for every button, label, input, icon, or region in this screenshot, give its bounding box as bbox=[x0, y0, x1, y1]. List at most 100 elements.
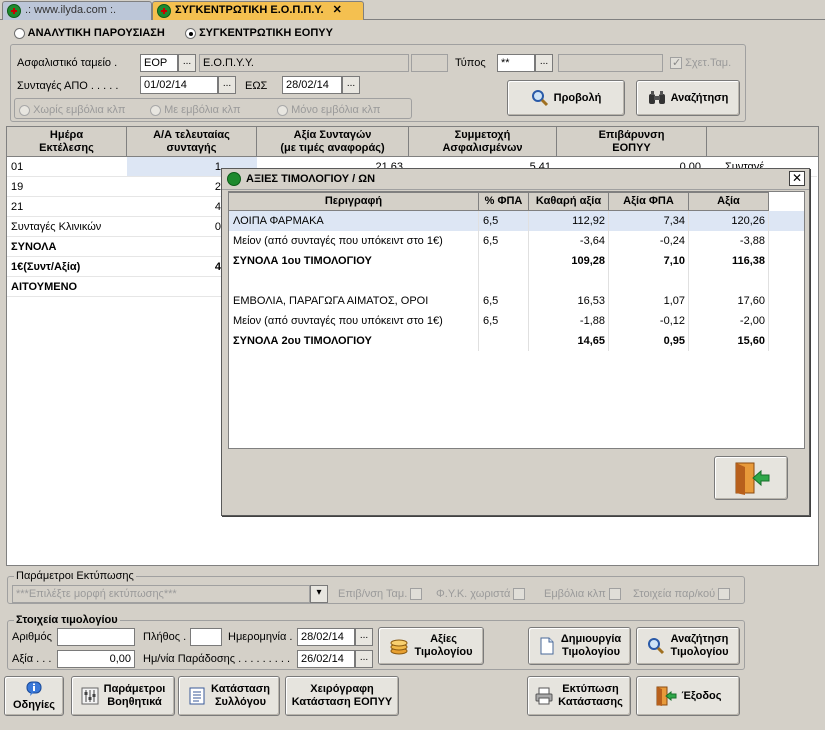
button-label: Εκτύπωση Κατάστασης bbox=[558, 683, 623, 708]
invoice-value-field[interactable]: 0,00 bbox=[57, 650, 135, 668]
cell-day[interactable]: 19 bbox=[7, 177, 127, 197]
view-button[interactable]: Προβολή bbox=[507, 80, 625, 116]
invoice-number-field[interactable] bbox=[57, 628, 135, 646]
radio-icon[interactable] bbox=[14, 27, 25, 39]
button-label: Έξοδος bbox=[681, 689, 722, 702]
cell-vat-percent[interactable]: 6,5 bbox=[479, 211, 529, 231]
cell-vat-value[interactable]: -0,12 bbox=[609, 311, 689, 331]
check-fyk-separate[interactable]: Φ.Υ.Κ. χωριστά bbox=[436, 587, 526, 601]
cell-description[interactable]: Μείον (από συνταγές που υπόκειντ στο 1€) bbox=[229, 231, 479, 251]
delivery-date-picker-button[interactable]: ... bbox=[355, 650, 373, 668]
aux-params-button[interactable]: Παράμετροι Βοηθητικά bbox=[71, 676, 175, 716]
cell-vat-percent[interactable]: 6,5 bbox=[479, 291, 529, 311]
cell-vat-percent[interactable]: 6,5 bbox=[479, 231, 529, 251]
info-icon bbox=[25, 680, 43, 698]
button-label: Οδηγίες bbox=[12, 699, 56, 711]
header-last-prescription[interactable]: Α/Α τελευταίας συνταγής bbox=[127, 127, 257, 157]
fund-code-field[interactable]: ΕΟΡ bbox=[140, 54, 178, 72]
manual-status-button[interactable]: Χειρόγραφη Κατάσταση ΕΟΠΥΥ bbox=[285, 676, 399, 716]
checkbox-icon[interactable] bbox=[513, 588, 526, 601]
cell-total[interactable]: 120,26 bbox=[689, 211, 769, 231]
cell-vat-value[interactable]: 0,95 bbox=[609, 331, 689, 351]
cell-vat-value[interactable]: 7,10 bbox=[609, 251, 689, 271]
invoice-date-picker-button[interactable]: ... bbox=[355, 628, 373, 646]
cell-net-value[interactable]: 14,65 bbox=[529, 331, 609, 351]
close-tab-icon[interactable]: ✕ bbox=[333, 4, 342, 16]
instructions-button[interactable]: Οδηγίες bbox=[4, 676, 64, 716]
tab-ilyda[interactable]: .: www.ilyda.com :. bbox=[2, 1, 152, 20]
header-eopyy-charge[interactable]: Επιβάρυνση ΕΟΠΥΥ bbox=[557, 127, 707, 157]
cell-vat-value[interactable]: 7,34 bbox=[609, 211, 689, 231]
type-field[interactable]: ** bbox=[497, 54, 535, 72]
search-button[interactable]: Αναζήτηση bbox=[636, 80, 740, 116]
cell-net-value[interactable]: -1,88 bbox=[529, 311, 609, 331]
cell-description[interactable]: Μείον (από συνταγές που υπόκειντ στο 1€) bbox=[229, 311, 479, 331]
print-status-button[interactable]: Εκτύπωση Κατάστασης bbox=[527, 676, 631, 716]
cell-description[interactable]: ΛΟΙΠΑ ΦΑΡΜΑΚΑ bbox=[229, 211, 479, 231]
invoice-count-field[interactable] bbox=[190, 628, 222, 646]
invoice-values-button[interactable]: Αξίες Τιμολογίου bbox=[378, 627, 484, 665]
cell-total[interactable]: 17,60 bbox=[689, 291, 769, 311]
view-mode-analytic[interactable]: ΑΝΑΛΥΤΙΚΗ ΠΑΡΟΥΣΙΑΣΗ bbox=[14, 26, 165, 40]
chevron-down-icon[interactable]: ▾ bbox=[310, 585, 328, 603]
search-invoice-button[interactable]: Αναζήτηση Τιμολογίου bbox=[636, 627, 740, 665]
cell-description[interactable]: ΣΥΝΟΛΑ 1ου ΤΙΜΟΛΟΓΙΟΥ bbox=[229, 251, 479, 271]
cell-day[interactable]: ΑΙΤΟΥΜΕΝΟ bbox=[7, 277, 127, 297]
cell-net-value[interactable]: 109,28 bbox=[529, 251, 609, 271]
header-execution-day[interactable]: Ημέρα Εκτέλεσης bbox=[7, 127, 127, 157]
cell-net-value[interactable] bbox=[529, 271, 609, 291]
type-lookup-button[interactable]: ... bbox=[535, 54, 553, 72]
cell-vat-percent[interactable]: 6,5 bbox=[479, 311, 529, 331]
cell-vat-percent[interactable] bbox=[479, 331, 529, 351]
cell-day[interactable]: Συνταγές Κλινικών bbox=[7, 217, 127, 237]
cell-description[interactable]: ΕΜΒΟΛΙΑ, ΠΑΡΑΓΩΓΑ ΑΙΜΑΤΟΣ, ΟΡΟΙ bbox=[229, 291, 479, 311]
radio-checked-icon[interactable] bbox=[185, 27, 196, 39]
header-prescription-value[interactable]: Αξία Συνταγών (με τιμές αναφοράς) bbox=[257, 127, 409, 157]
close-icon[interactable]: ✕ bbox=[789, 171, 805, 186]
cell-description[interactable]: ΣΥΝΟΛΑ 2ου ΤΙΜΟΛΟΓΙΟΥ bbox=[229, 331, 479, 351]
date-from-field[interactable]: 01/02/14 bbox=[140, 76, 218, 94]
button-label: Αναζήτηση Τιμολογίου bbox=[670, 633, 729, 658]
checkbox-icon[interactable] bbox=[718, 588, 731, 601]
cell-vat-value[interactable]: 1,07 bbox=[609, 291, 689, 311]
cell-vat-value[interactable] bbox=[609, 271, 689, 291]
dialog-title: ΑΞΙΕΣ ΤΙΜΟΛΟΓΙΟΥ / ΩΝ bbox=[246, 173, 376, 185]
cell-vat-value[interactable]: -0,24 bbox=[609, 231, 689, 251]
cell-total[interactable]: -3,88 bbox=[689, 231, 769, 251]
cell-day[interactable]: 21 bbox=[7, 197, 127, 217]
view-mode-summary[interactable]: ΣΥΓΚΕΝΤΡΩΤΙΚΗ ΕΟΠΥΥ bbox=[185, 26, 333, 40]
check-fund-charge[interactable]: Επιβ/νση Ταμ. bbox=[338, 587, 423, 601]
check-supplier-info[interactable]: Στοιχεία παρ/κού bbox=[633, 587, 731, 601]
collection-status-button[interactable]: Κατάσταση Συλλόγου bbox=[178, 676, 280, 716]
exit-button[interactable]: Έξοδος bbox=[636, 676, 740, 716]
cell-description[interactable] bbox=[229, 271, 479, 291]
cell-net-value[interactable]: -3,64 bbox=[529, 231, 609, 251]
header-participation[interactable]: Συμμετοχή Ασφαλισμένων bbox=[409, 127, 557, 157]
related-funds-check: Σχετ.Ταμ. bbox=[670, 56, 731, 70]
cell-total[interactable]: 15,60 bbox=[689, 331, 769, 351]
cell-total[interactable]: -2,00 bbox=[689, 311, 769, 331]
invoice-date-field[interactable]: 28/02/14 bbox=[297, 628, 355, 646]
dialog-exit-button[interactable] bbox=[714, 456, 788, 500]
cell-net-value[interactable]: 112,92 bbox=[529, 211, 609, 231]
date-to-field[interactable]: 28/02/14 bbox=[282, 76, 342, 94]
cell-day[interactable]: 01 bbox=[7, 157, 127, 177]
cell-net-value[interactable]: 16,53 bbox=[529, 291, 609, 311]
cell-day[interactable]: 1€(Συντ/Αξία) bbox=[7, 257, 127, 277]
cell-total[interactable] bbox=[689, 271, 769, 291]
cell-total[interactable]: 116,38 bbox=[689, 251, 769, 271]
fund-lookup-button[interactable]: ... bbox=[178, 54, 196, 72]
create-invoice-button[interactable]: Δημιουργία Τιμολογίου bbox=[528, 627, 631, 665]
date-from-picker-button[interactable]: ... bbox=[218, 76, 236, 94]
checkbox-icon[interactable] bbox=[608, 588, 621, 601]
dialog-title-bar[interactable]: ΑΞΙΕΣ ΤΙΜΟΛΟΓΙΟΥ / ΩΝ ✕ bbox=[222, 169, 809, 190]
delivery-date-field[interactable]: 26/02/14 bbox=[297, 650, 355, 668]
cell-vat-percent[interactable] bbox=[479, 271, 529, 291]
checkbox-icon[interactable] bbox=[410, 588, 423, 601]
print-format-select[interactable]: ***Επιλέξτε μορφή εκτύπωσης*** bbox=[12, 585, 310, 603]
check-vaccines[interactable]: Εμβόλια κλπ bbox=[544, 587, 621, 601]
cell-day[interactable]: ΣΥΝΟΛΑ bbox=[7, 237, 127, 257]
tab-eopyy-summary[interactable]: ΣΥΓΚΕΝΤΡΩΤΙΚΗ Ε.Ο.Π.Π.Υ. ✕ bbox=[152, 1, 364, 20]
cell-vat-percent[interactable] bbox=[479, 251, 529, 271]
date-to-picker-button[interactable]: ... bbox=[342, 76, 360, 94]
